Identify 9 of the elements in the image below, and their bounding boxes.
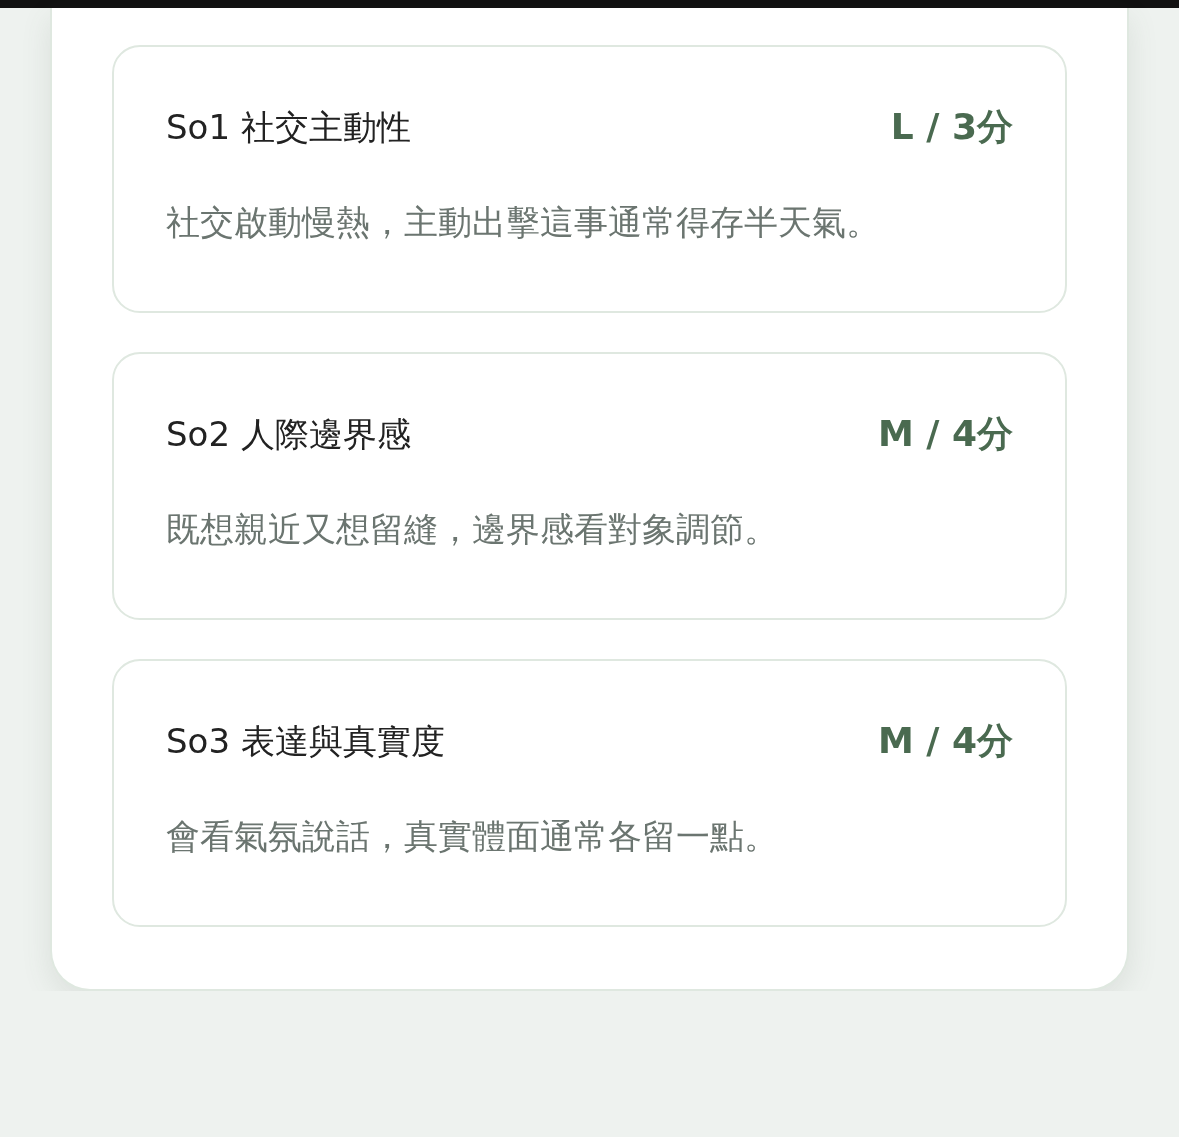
trait-score: L / 3分: [890, 105, 1013, 149]
trait-title: So2 人際邊界感: [166, 413, 411, 456]
trait-score: M / 4分: [877, 412, 1013, 456]
trait-score: M / 4分: [877, 719, 1013, 763]
trait-title: So3 表達與真實度: [166, 720, 445, 763]
trait-description: 既想親近又想留縫，邊界感看對象調節。: [166, 508, 779, 551]
trait-title: So1 社交主動性: [166, 106, 411, 149]
trait-description: 社交啟動慢熱，主動出擊這事通常得存半天氣。: [166, 201, 881, 244]
trait-description: 會看氣氛說話，真實體面通常各留一點。: [166, 815, 779, 858]
